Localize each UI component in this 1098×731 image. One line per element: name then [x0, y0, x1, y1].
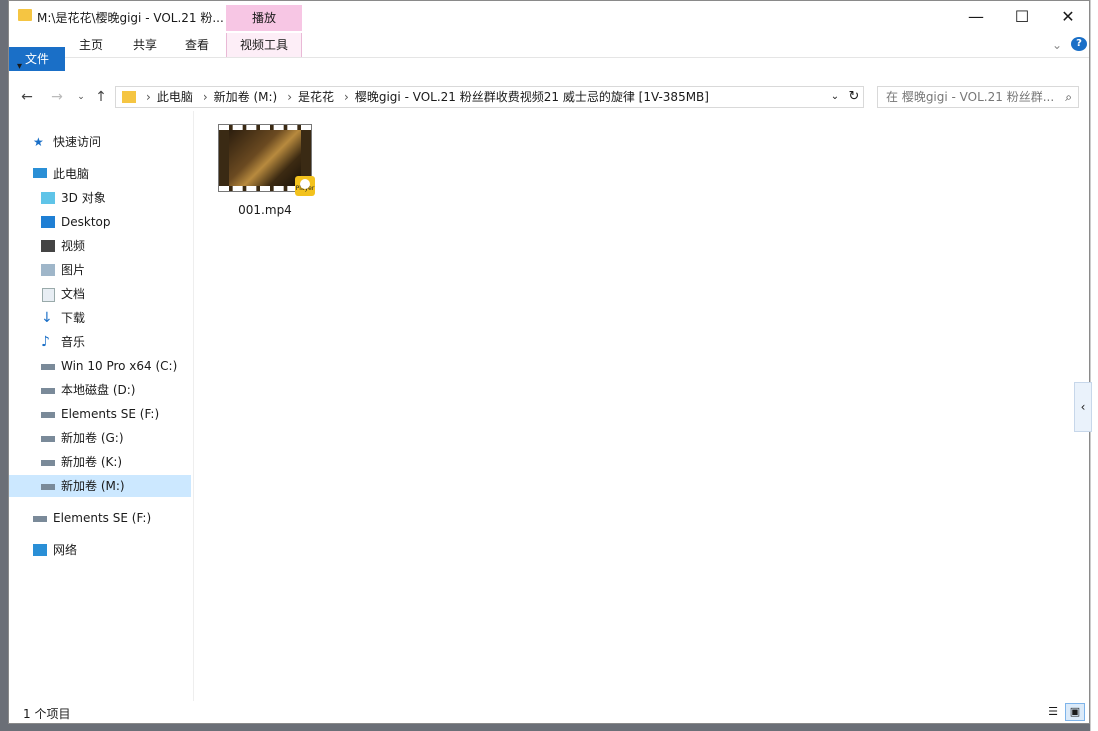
- search-icon: ⌕: [1065, 90, 1072, 104]
- ribbon-collapse-icon[interactable]: ⌄: [1049, 33, 1065, 57]
- computer-icon: [33, 168, 47, 178]
- file-item[interactable]: Player 001.mp4: [213, 125, 317, 217]
- network-icon: [33, 544, 47, 556]
- file-name: 001.mp4: [238, 203, 292, 217]
- nav-drive-d[interactable]: 本地磁盘 (D:): [9, 379, 191, 401]
- music-note-icon: ♪: [41, 334, 50, 350]
- drive-icon: [41, 460, 55, 466]
- tab-share[interactable]: 共享: [123, 33, 167, 57]
- close-button[interactable]: ✕: [1045, 3, 1089, 31]
- pane-divider[interactable]: [193, 111, 194, 701]
- player-badge-icon: Player: [295, 176, 315, 196]
- explorer-window: M:\是花花\樱晚gigi - VOL.21 粉... 播放 — ☐ ✕ 文件 …: [8, 0, 1090, 724]
- nav-drive-k[interactable]: 新加卷 (K:): [9, 451, 191, 473]
- drive-icon: [41, 364, 55, 370]
- chevron-left-icon[interactable]: ‹: [1074, 382, 1092, 432]
- chevron-right-icon[interactable]: ›: [203, 90, 208, 104]
- star-icon: ★: [33, 135, 44, 149]
- address-dropdown-icon[interactable]: ⌄: [828, 87, 842, 107]
- navigation-bar: ← → ⌄ ↑ › 此电脑 › 新加卷 (M:) › 是花花 › 樱晚gigi - VOL.2…: [9, 83, 1089, 111]
- help-icon[interactable]: ?: [1071, 37, 1087, 51]
- recent-locations-icon[interactable]: ⌄: [71, 87, 91, 107]
- nav-external-drive[interactable]: Elements SE (F:): [9, 507, 191, 529]
- details-view-icon[interactable]: ☰: [1043, 703, 1063, 721]
- drive-icon: [41, 388, 55, 394]
- nav-documents[interactable]: 文档: [9, 283, 191, 305]
- drive-icon: [33, 516, 47, 522]
- tab-home[interactable]: 主页: [69, 33, 113, 57]
- forward-icon[interactable]: →: [47, 87, 67, 107]
- nav-drive-g[interactable]: 新加卷 (G:): [9, 427, 191, 449]
- minimize-button[interactable]: —: [953, 3, 999, 31]
- breadcrumb: › 此电脑 › 新加卷 (M:) › 是花花 › 樱晚gigi - VOL.21 粉丝群收费视…: [142, 87, 715, 107]
- drive-icon: [41, 412, 55, 418]
- breadcrumb-current[interactable]: 樱晚gigi - VOL.21 粉丝群收费视频21 威士忌的旋律 [1V-385…: [355, 90, 709, 104]
- search-placeholder: 在 樱晚gigi - VOL.21 粉丝群...: [886, 90, 1055, 104]
- large-icons-view-icon[interactable]: ▣: [1065, 703, 1085, 721]
- document-icon: [42, 288, 55, 302]
- nav-3d-objects[interactable]: 3D 对象: [9, 187, 191, 209]
- chevron-right-icon[interactable]: ›: [344, 90, 349, 104]
- nav-pictures[interactable]: 图片: [9, 259, 191, 281]
- maximize-button[interactable]: ☐: [999, 3, 1045, 31]
- quick-access-toolbar-icon[interactable]: ▾: [17, 61, 22, 72]
- breadcrumb-drive-m[interactable]: 新加卷 (M:): [214, 90, 278, 104]
- up-icon[interactable]: ↑: [91, 87, 111, 107]
- nav-drive-f[interactable]: Elements SE (F:): [9, 403, 191, 425]
- search-input[interactable]: 在 樱晚gigi - VOL.21 粉丝群... ⌕: [877, 86, 1079, 108]
- item-count: 1 个项目: [23, 707, 71, 721]
- title-bar: M:\是花花\樱晚gigi - VOL.21 粉... 播放 — ☐ ✕: [9, 1, 1089, 33]
- cube-icon: [41, 192, 55, 204]
- chevron-right-icon[interactable]: ›: [287, 90, 292, 104]
- refresh-icon[interactable]: ↻: [846, 87, 862, 107]
- window-title: M:\是花花\樱晚gigi - VOL.21 粉...: [37, 11, 224, 25]
- drive-icon: [41, 436, 55, 442]
- ribbon-tabs: 文件 主页 共享 查看 视频工具 ⌄ ?: [9, 33, 1089, 71]
- nav-videos[interactable]: 视频: [9, 235, 191, 257]
- nav-drive-m[interactable]: 新加卷 (M:): [9, 475, 191, 497]
- drive-icon: [41, 484, 55, 490]
- nav-this-pc[interactable]: 此电脑: [9, 163, 191, 185]
- download-icon: ↓: [41, 310, 53, 326]
- picture-icon: [41, 264, 55, 276]
- nav-downloads[interactable]: ↓ 下载: [9, 307, 191, 329]
- video-frame: [229, 130, 301, 186]
- back-icon[interactable]: ←: [17, 87, 37, 107]
- folder-icon: [122, 91, 136, 103]
- folder-icon: [18, 9, 32, 21]
- background-window-edge: [1090, 0, 1098, 731]
- nav-network[interactable]: 网络: [9, 539, 191, 561]
- desktop-icon: [41, 216, 55, 228]
- breadcrumb-this-pc[interactable]: 此电脑: [157, 90, 193, 104]
- nav-music[interactable]: ♪ 音乐: [9, 331, 191, 353]
- nav-drive-c[interactable]: Win 10 Pro x64 (C:): [9, 355, 191, 377]
- context-group-play: 播放: [226, 5, 302, 31]
- breadcrumb-folder[interactable]: 是花花: [298, 90, 334, 104]
- tab-video-tools[interactable]: 视频工具: [226, 33, 302, 57]
- film-icon: [41, 240, 55, 252]
- navigation-pane: ★ 快速访问 此电脑 3D 对象 Desktop 视频 图片 文档 ↓ 下载 ♪…: [9, 121, 191, 701]
- address-bar[interactable]: › 此电脑 › 新加卷 (M:) › 是花花 › 樱晚gigi - VOL.21 粉丝群收费视…: [115, 86, 864, 108]
- file-list: Player 001.mp4: [195, 111, 1085, 701]
- chevron-right-icon[interactable]: ›: [146, 90, 151, 104]
- status-bar: 1 个项目 ☰ ▣: [9, 703, 1089, 723]
- nav-desktop[interactable]: Desktop: [9, 211, 191, 233]
- tab-view[interactable]: 查看: [175, 33, 219, 57]
- nav-quick-access[interactable]: ★ 快速访问: [9, 131, 191, 153]
- video-thumbnail: Player: [219, 125, 315, 196]
